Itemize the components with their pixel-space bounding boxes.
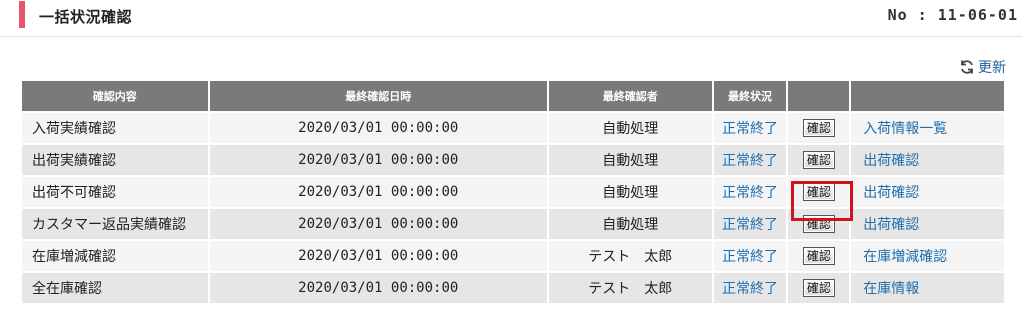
last-checked-by-cell: 自動処理 (548, 145, 712, 175)
column-header: 最終確認者 (548, 81, 712, 111)
confirm-button[interactable]: 確認 (802, 151, 835, 169)
confirm-button-cell: 確認 (788, 273, 850, 303)
confirm-button-cell: 確認 (788, 209, 850, 239)
confirm-button[interactable]: 確認 (802, 215, 835, 233)
column-header (851, 81, 1004, 111)
table-row: 出荷実績確認 2020/03/01 00:00:00 自動処理 正常終了 確認 … (22, 145, 1004, 175)
last-checked-datetime-cell: 2020/03/01 00:00:00 (209, 273, 547, 303)
check-item-cell: 全在庫確認 (22, 273, 208, 303)
page-header: 一括状況確認 No : 11-06-01 (0, 0, 1022, 37)
related-screen-link[interactable]: 入荷情報一覧 (851, 113, 1004, 143)
last-checked-datetime-cell: 2020/03/01 00:00:00 (209, 145, 547, 175)
confirm-button-cell: 確認 (788, 113, 850, 143)
related-screen-link[interactable]: 出荷確認 (851, 209, 1004, 239)
status-link[interactable]: 正常終了 (713, 113, 787, 143)
table-row: 在庫増減確認 2020/03/01 00:00:00 テスト 太郎 正常終了 確… (22, 241, 1004, 271)
last-checked-by-cell: 自動処理 (548, 177, 712, 207)
column-header (788, 81, 850, 111)
document-number: No : 11-06-01 (887, 6, 1018, 24)
confirm-button-cell: 確認 (788, 145, 850, 175)
status-link[interactable]: 正常終了 (713, 209, 787, 239)
check-item-cell: 入荷実績確認 (22, 113, 208, 143)
confirm-button[interactable]: 確認 (802, 183, 835, 201)
last-checked-by-cell: 自動処理 (548, 113, 712, 143)
column-header: 最終確認日時 (209, 81, 547, 111)
column-header: 確認内容 (22, 81, 208, 111)
column-header: 最終状況 (713, 81, 787, 111)
related-screen-link[interactable]: 在庫情報 (851, 273, 1004, 303)
refresh-icon (961, 60, 973, 74)
table-row: 全在庫確認 2020/03/01 00:00:00 テスト 太郎 正常終了 確認… (22, 273, 1004, 303)
last-checked-datetime-cell: 2020/03/01 00:00:00 (209, 177, 547, 207)
last-checked-by-cell: 自動処理 (548, 209, 712, 239)
confirm-button[interactable]: 確認 (802, 279, 835, 297)
status-link[interactable]: 正常終了 (713, 273, 787, 303)
refresh-label: 更新 (978, 60, 1006, 76)
status-table: 確認内容 最終確認日時 最終確認者 最終状況 入荷実績確認 2020/03/01… (20, 79, 1006, 305)
title-accent-bar (19, 1, 25, 28)
related-screen-link[interactable]: 出荷確認 (851, 177, 1004, 207)
last-checked-datetime-cell: 2020/03/01 00:00:00 (209, 113, 547, 143)
check-item-cell: 在庫増減確認 (22, 241, 208, 271)
confirm-button[interactable]: 確認 (802, 247, 835, 265)
refresh-link[interactable]: 更新 (959, 57, 1006, 77)
status-link[interactable]: 正常終了 (713, 177, 787, 207)
related-screen-link[interactable]: 在庫増減確認 (851, 241, 1004, 271)
last-checked-datetime-cell: 2020/03/01 00:00:00 (209, 209, 547, 239)
check-item-cell: 出荷不可確認 (22, 177, 208, 207)
related-screen-link[interactable]: 出荷確認 (851, 145, 1004, 175)
status-link[interactable]: 正常終了 (713, 241, 787, 271)
table-row: 入荷実績確認 2020/03/01 00:00:00 自動処理 正常終了 確認 … (22, 113, 1004, 143)
status-link[interactable]: 正常終了 (713, 145, 787, 175)
last-checked-datetime-cell: 2020/03/01 00:00:00 (209, 241, 547, 271)
table-row: カスタマー返品実績確認 2020/03/01 00:00:00 自動処理 正常終… (22, 209, 1004, 239)
confirm-button-cell: 確認 (788, 241, 850, 271)
page-title: 一括状況確認 (39, 8, 133, 26)
table-header-row: 確認内容 最終確認日時 最終確認者 最終状況 (22, 81, 1004, 111)
check-item-cell: カスタマー返品実績確認 (22, 209, 208, 239)
last-checked-by-cell: テスト 太郎 (548, 241, 712, 271)
confirm-button[interactable]: 確認 (802, 119, 835, 137)
check-item-cell: 出荷実績確認 (22, 145, 208, 175)
confirm-button-cell: 確認 (788, 177, 850, 207)
table-row: 出荷不可確認 2020/03/01 00:00:00 自動処理 正常終了 確認 … (22, 177, 1004, 207)
last-checked-by-cell: テスト 太郎 (548, 273, 712, 303)
